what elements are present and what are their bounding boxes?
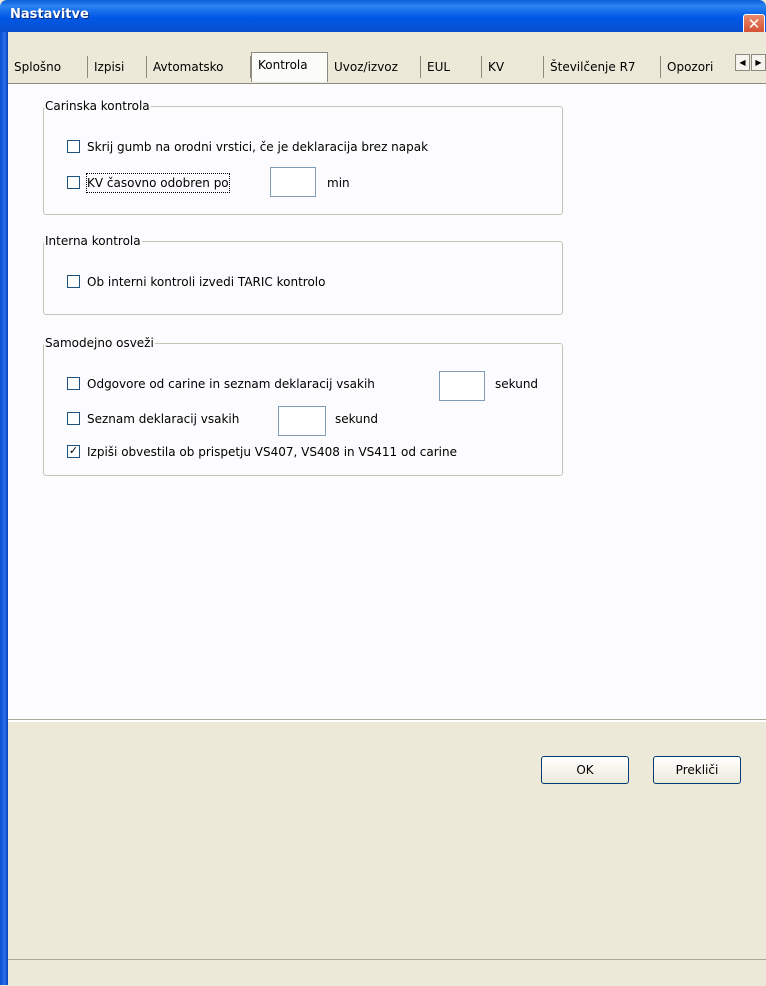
odgovore-unit-label: sekund xyxy=(495,377,539,391)
checkbox-label: KV časovno odobren po xyxy=(86,173,230,193)
tab-izpisi[interactable]: Izpisi xyxy=(88,56,147,78)
seznam-seconds-input[interactable] xyxy=(278,406,326,436)
status-bar xyxy=(8,959,766,986)
group-legend: Carinska kontrola xyxy=(44,99,151,114)
group-legend: Interna kontrola xyxy=(44,234,142,249)
tab-stevilcenje-r7[interactable]: Številčenje R7 xyxy=(544,56,661,78)
group-carinska-kontrola: Carinska kontrola Skrij gumb na orodni v… xyxy=(43,99,563,215)
tab-uvoz-izvoz[interactable]: Uvoz/izvoz xyxy=(328,56,421,78)
checkbox-label: Skrij gumb na orodni vrstici, če je dekl… xyxy=(87,140,429,154)
checkbox-box[interactable] xyxy=(67,140,80,153)
seznam-unit-label: sekund xyxy=(335,412,379,426)
tab-kv[interactable]: KV xyxy=(482,56,544,78)
checkbox-box[interactable] xyxy=(67,377,80,390)
checkbox-label: Seznam deklaracij vsakih xyxy=(87,412,240,426)
title-bar: Nastavitve ✕ xyxy=(0,0,766,36)
checkbox-box[interactable] xyxy=(67,176,80,189)
scroll-left-icon[interactable]: ◀ xyxy=(735,54,750,71)
tab-strip: Splošno Izpisi Avtomatsko Kontrola Uvoz/… xyxy=(8,52,766,84)
cancel-button[interactable]: Prekliči xyxy=(653,756,741,784)
footer-separator xyxy=(8,719,766,722)
tab-scroll-arrows: ◀ ▶ xyxy=(735,54,766,72)
checkbox-label: Ob interni kontroli izvedi TARIC kontrol… xyxy=(87,275,326,289)
group-samodejno-osvezi: Samodejno osveži Odgovore od carine in s… xyxy=(43,336,563,476)
window-border xyxy=(0,32,8,985)
tab-page-kontrola: Carinska kontrola Skrij gumb na orodni v… xyxy=(8,83,766,720)
tab-opozori[interactable]: Opozori xyxy=(661,56,735,78)
tab-kontrola[interactable]: Kontrola xyxy=(251,52,328,82)
checkbox-box[interactable] xyxy=(67,275,80,288)
kv-unit-label: min xyxy=(327,176,350,190)
tab-avtomatsko[interactable]: Avtomatsko xyxy=(147,56,251,78)
checkbox-box[interactable] xyxy=(67,412,80,425)
scroll-right-icon[interactable]: ▶ xyxy=(751,54,766,71)
window-title: Nastavitve xyxy=(10,7,89,22)
ok-button[interactable]: OK xyxy=(541,756,629,784)
tab-eul[interactable]: EUL xyxy=(421,56,482,78)
odgovore-seconds-input[interactable] xyxy=(439,371,485,401)
group-interna-kontrola: Interna kontrola Ob interni kontroli izv… xyxy=(43,234,563,315)
checkbox-label: Izpiši obvestila ob prispetju VS407, VS4… xyxy=(87,445,457,459)
checkbox-label: Odgovore od carine in seznam deklaracij … xyxy=(87,377,375,391)
kv-minutes-input[interactable] xyxy=(270,167,316,197)
group-legend: Samodejno osveži xyxy=(44,336,155,351)
checkbox-checked-icon[interactable]: ✓ xyxy=(67,445,80,458)
tab-splosno[interactable]: Splošno xyxy=(8,56,88,78)
